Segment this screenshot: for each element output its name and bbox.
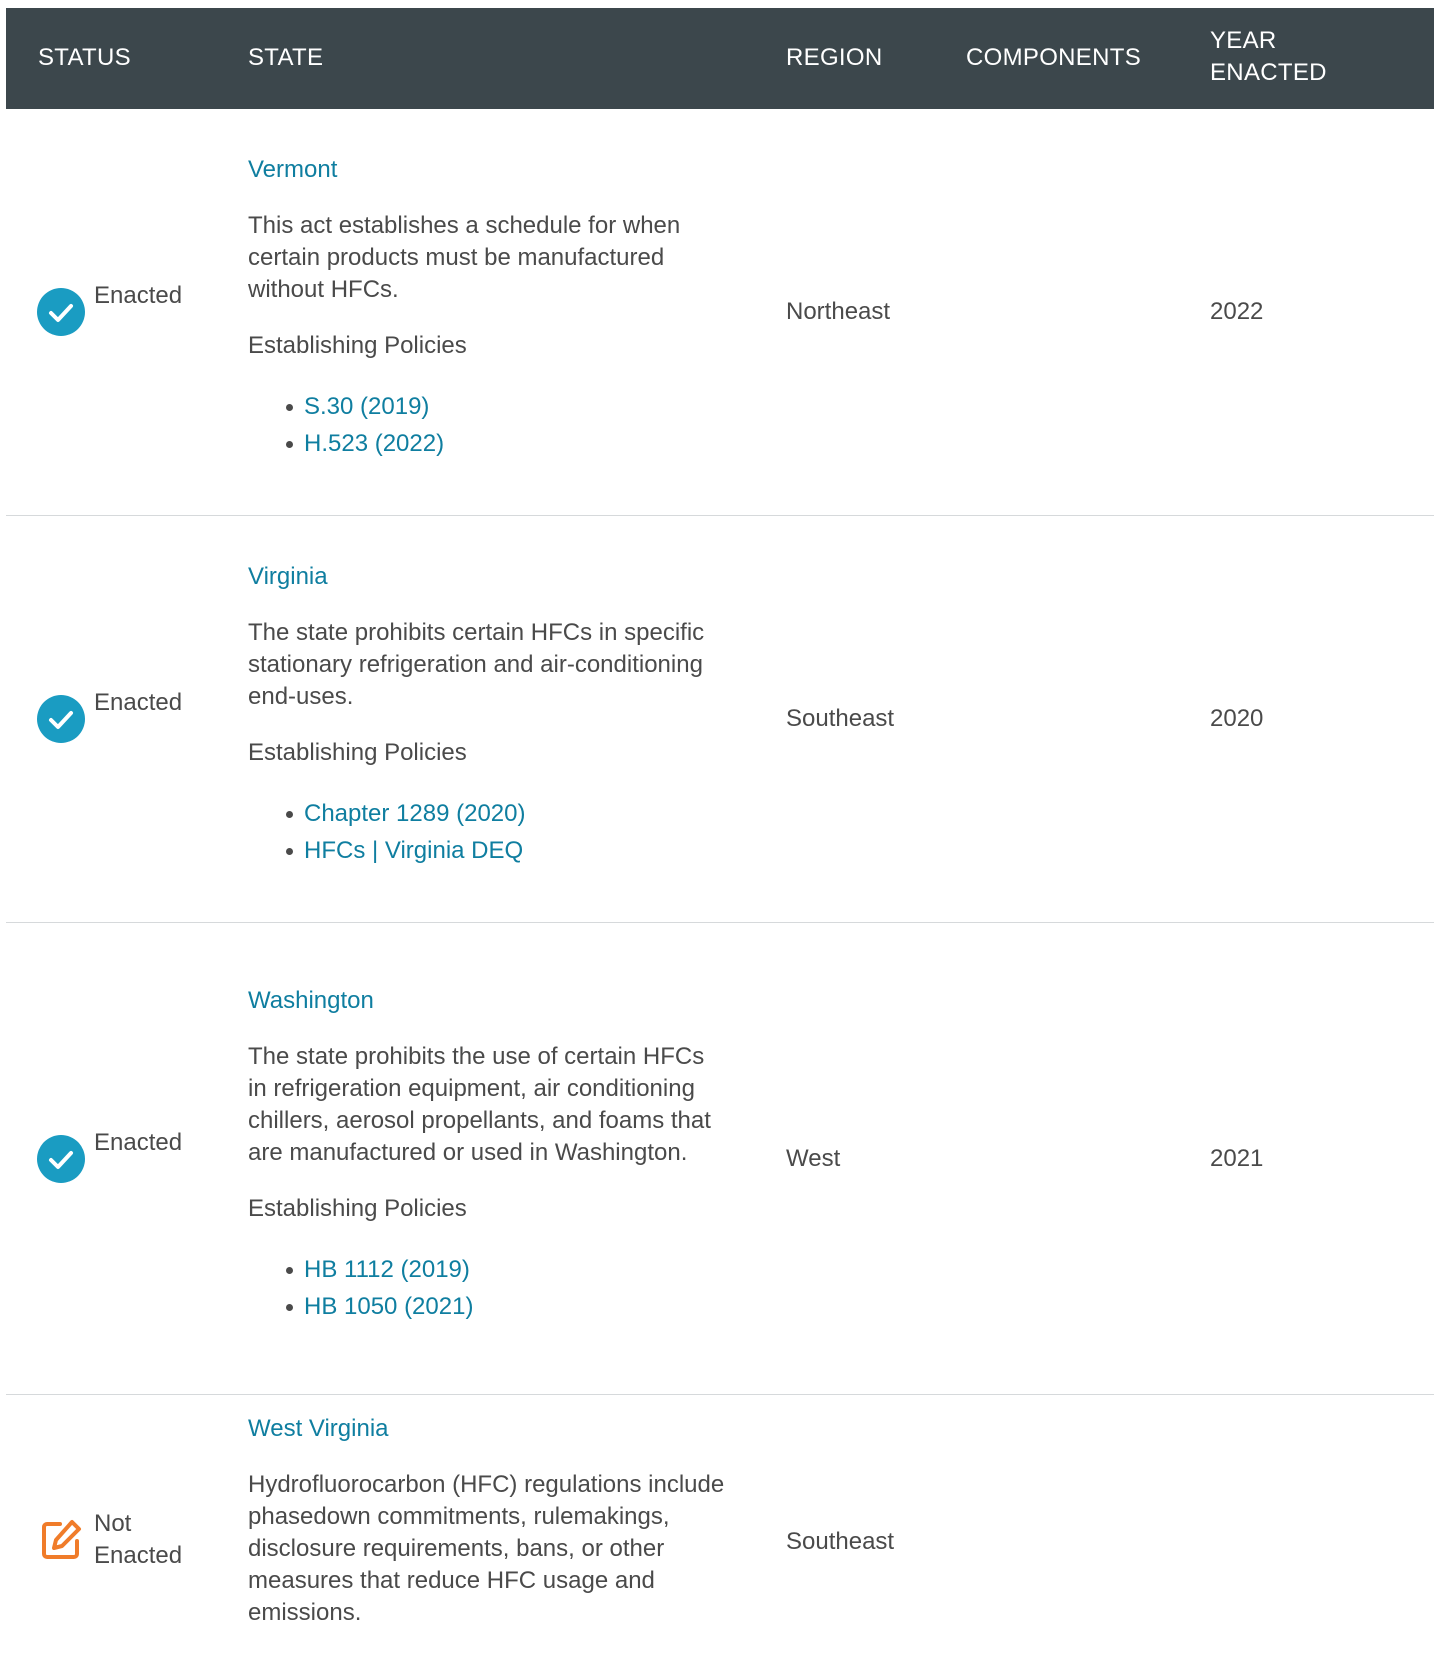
- state-link-washington[interactable]: Washington: [248, 985, 748, 1017]
- establishing-policies-label: Establishing Policies: [248, 1194, 467, 1222]
- status-cell: Enacted: [36, 1129, 204, 1184]
- state-description: The state prohibits the use of certain H…: [248, 1042, 711, 1166]
- status-label: Enacted: [94, 689, 183, 716]
- state-description: The state prohibits certain HFCs in spec…: [248, 619, 705, 710]
- policy-list: HB 1112 (2019) HB 1050 (2021): [248, 1251, 748, 1325]
- state-cell: Virginia The state prohibits certain HFC…: [248, 529, 748, 909]
- status-cell: Enacted: [36, 689, 204, 744]
- region-cell: Northeast: [786, 298, 891, 325]
- status-label: Enacted: [94, 1128, 183, 1156]
- list-item: HFCs | Virginia DEQ: [286, 832, 748, 869]
- state-link-vermont[interactable]: Vermont: [248, 154, 748, 186]
- policy-link[interactable]: HFCs | Virginia DEQ: [304, 837, 523, 864]
- table-row: Enacted Washington The state prohibits t…: [6, 923, 1434, 1395]
- state-cell: West Virginia Hydrofluorocarbon (HFC) re…: [248, 1381, 748, 1669]
- check-circle-icon: [37, 288, 85, 336]
- policy-link[interactable]: S.30 (2019): [304, 393, 429, 420]
- check-circle-icon: [37, 695, 85, 743]
- column-header-status[interactable]: STATUS: [38, 42, 131, 74]
- year-cell: 2021: [1210, 1144, 1264, 1172]
- list-item: S.30 (2019): [286, 388, 748, 425]
- column-header-state[interactable]: STATE: [248, 42, 323, 74]
- status-cell: Enacted: [36, 282, 204, 337]
- table-header: STATUS STATE REGION COMPONENTS YEAR ENAC…: [6, 8, 1434, 109]
- list-item: Chapter 1289 (2020): [286, 795, 748, 832]
- establishing-policies-label: Establishing Policies: [248, 332, 467, 359]
- status-label: Enacted: [94, 282, 183, 309]
- column-header-region[interactable]: REGION: [786, 42, 882, 74]
- list-item: H.523 (2022): [286, 425, 748, 462]
- policy-table: STATUS STATE REGION COMPONENTS YEAR ENAC…: [6, 8, 1434, 1655]
- status-label: Not Enacted: [94, 1510, 183, 1569]
- table-row: Not Enacted West Virginia Hydrofluorocar…: [6, 1395, 1434, 1655]
- table-row: Enacted Virginia The state prohibits cer…: [6, 516, 1434, 923]
- check-circle-icon: [37, 1134, 85, 1183]
- state-link-west-virginia[interactable]: West Virginia: [248, 1413, 748, 1445]
- policy-link[interactable]: HB 1112 (2019): [304, 1256, 470, 1283]
- list-item: HB 1112 (2019): [286, 1251, 748, 1288]
- edit-icon: [42, 1520, 81, 1559]
- state-link-virginia[interactable]: Virginia: [248, 561, 748, 593]
- state-cell: Washington The state prohibits the use o…: [248, 953, 748, 1365]
- policy-list: S.30 (2019) H.523 (2022): [248, 388, 748, 462]
- policy-link[interactable]: Chapter 1289 (2020): [304, 800, 525, 827]
- column-header-components[interactable]: COMPONENTS: [966, 42, 1141, 74]
- policy-list: Chapter 1289 (2020) HFCs | Virginia DEQ: [248, 795, 748, 869]
- list-item: HB 1050 (2021): [286, 1288, 748, 1325]
- state-cell: Vermont This act establishes a schedule …: [248, 122, 748, 502]
- establishing-policies-label: Establishing Policies: [248, 739, 467, 766]
- region-cell: Southeast: [786, 705, 895, 732]
- column-header-year-enacted[interactable]: YEAR ENACTED: [1210, 25, 1350, 89]
- policy-link[interactable]: HB 1050 (2021): [304, 1293, 473, 1320]
- region-cell: West: [786, 1144, 841, 1172]
- table-row: Enacted Vermont This act establishes a s…: [6, 109, 1434, 516]
- status-cell: Not Enacted: [36, 1510, 190, 1572]
- year-cell: 2022: [1210, 298, 1264, 325]
- policy-link[interactable]: H.523 (2022): [304, 430, 444, 457]
- state-description: This act establishes a schedule for when…: [248, 212, 681, 303]
- state-description: Hydrofluorocarbon (HFC) regulations incl…: [248, 1471, 725, 1626]
- region-cell: Southeast: [786, 1528, 895, 1555]
- year-cell: 2020: [1210, 705, 1264, 732]
